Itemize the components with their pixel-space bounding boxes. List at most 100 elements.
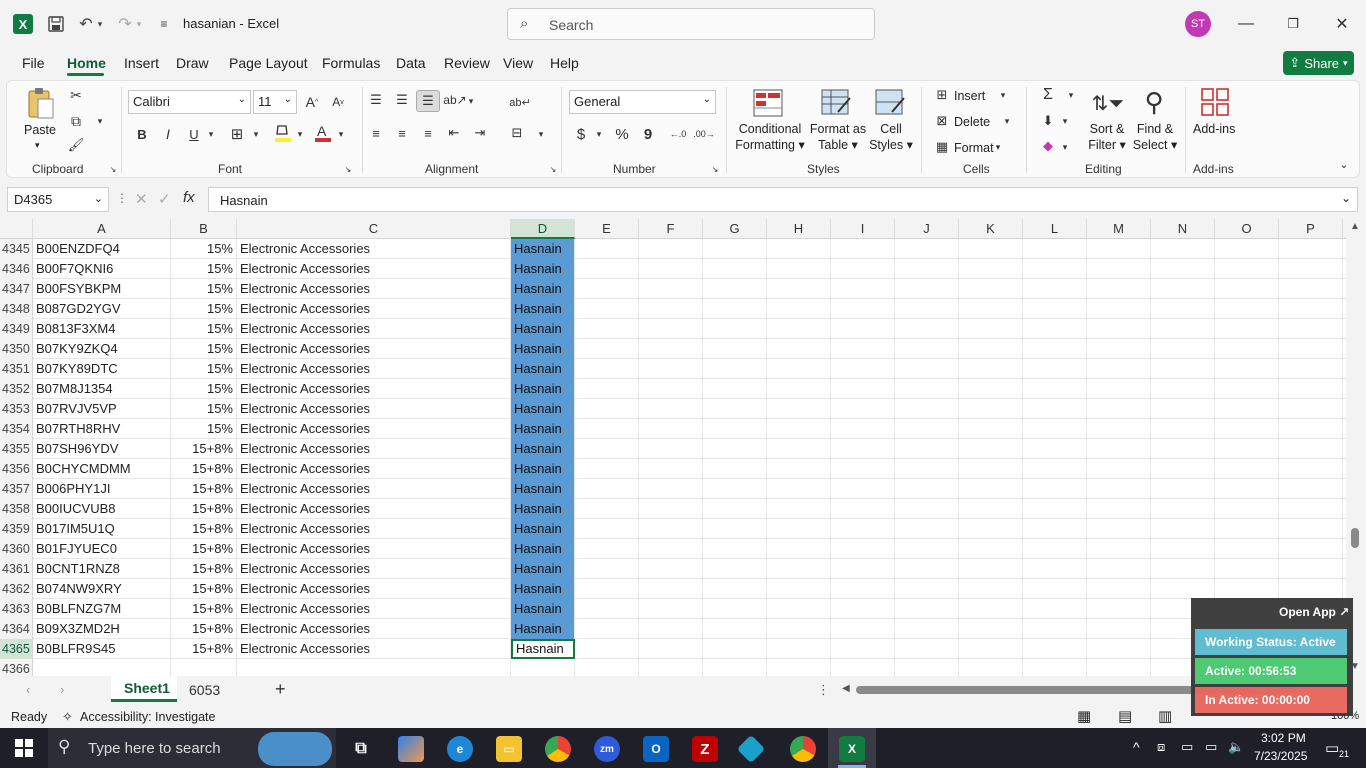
cell-h[interactable] — [767, 399, 831, 419]
underline-button[interactable]: U — [185, 124, 203, 144]
cell-k[interactable] — [959, 379, 1023, 399]
cell-f[interactable] — [639, 259, 703, 279]
cell-a[interactable]: B017IM5U1Q — [33, 519, 171, 539]
cell-o[interactable] — [1215, 439, 1279, 459]
cell-i[interactable] — [831, 439, 895, 459]
cell-a[interactable]: B00ENZDFQ4 — [33, 239, 171, 259]
cell-o[interactable] — [1215, 239, 1279, 259]
next-sheet-icon[interactable]: › — [60, 682, 64, 697]
cell-b[interactable]: 15+8% — [171, 639, 237, 659]
cell-d[interactable] — [511, 659, 575, 676]
cell-m[interactable] — [1087, 299, 1151, 319]
cell-d[interactable]: Hasnain — [511, 399, 575, 419]
cell-k[interactable] — [959, 619, 1023, 639]
add-ins-button[interactable]: Add-ins — [1193, 121, 1235, 137]
cell-e[interactable] — [575, 539, 639, 559]
menu-help[interactable]: Help — [550, 55, 579, 71]
sheet-tab-sheet1[interactable]: Sheet1 — [124, 680, 170, 696]
cell-k[interactable] — [959, 239, 1023, 259]
cell-l[interactable] — [1023, 659, 1087, 676]
page-break-view-icon[interactable]: ▥ — [1158, 707, 1172, 725]
collapse-ribbon-icon[interactable]: ⌄ — [1337, 157, 1351, 171]
cell-c[interactable]: Electronic Accessories — [237, 439, 511, 459]
cell-d[interactable]: Hasnain — [511, 239, 575, 259]
column-header[interactable]: C — [237, 219, 511, 239]
cell-e[interactable] — [575, 659, 639, 676]
cell-k[interactable] — [959, 639, 1023, 659]
cell-a[interactable]: B07SH96YDV — [33, 439, 171, 459]
cell-f[interactable] — [639, 539, 703, 559]
cell-styles-icon[interactable] — [873, 87, 907, 119]
cell-c[interactable]: Electronic Accessories — [237, 319, 511, 339]
find-select-button[interactable]: Find & Select ▾ — [1132, 121, 1178, 153]
cell-i[interactable] — [831, 639, 895, 659]
cell-g[interactable] — [703, 379, 767, 399]
underline-dropdown-icon[interactable]: ▾ — [206, 126, 216, 142]
cell-a[interactable]: B07KY9ZKQ4 — [33, 339, 171, 359]
cell-i[interactable] — [831, 539, 895, 559]
cell-e[interactable] — [575, 599, 639, 619]
cell-k[interactable] — [959, 299, 1023, 319]
cell-c[interactable]: Electronic Accessories — [237, 599, 511, 619]
cut-icon[interactable]: ✂ — [67, 86, 85, 104]
cell-f[interactable] — [639, 319, 703, 339]
cell-l[interactable] — [1023, 359, 1087, 379]
cell-h[interactable] — [767, 439, 831, 459]
cell-k[interactable] — [959, 559, 1023, 579]
cell-b[interactable]: 15+8% — [171, 479, 237, 499]
cell-h[interactable] — [767, 599, 831, 619]
cell-b[interactable]: 15% — [171, 359, 237, 379]
cell-e[interactable] — [575, 279, 639, 299]
cell-a[interactable]: B0BLFR9S45 — [33, 639, 171, 659]
paste-button[interactable]: Paste — [24, 122, 56, 138]
cell-f[interactable] — [639, 479, 703, 499]
cell-j[interactable] — [895, 659, 959, 676]
cell-c[interactable]: Electronic Accessories — [237, 279, 511, 299]
cell-n[interactable] — [1151, 299, 1215, 319]
cell-l[interactable] — [1023, 479, 1087, 499]
select-all-corner[interactable] — [0, 219, 33, 239]
cell-e[interactable] — [575, 479, 639, 499]
cell-b[interactable]: 15+8% — [171, 459, 237, 479]
cell-n[interactable] — [1151, 459, 1215, 479]
cell-o[interactable] — [1215, 539, 1279, 559]
cell-j[interactable] — [895, 559, 959, 579]
fill-icon[interactable]: ⬇ — [1039, 112, 1057, 130]
cell-a[interactable]: B087GD2YGV — [33, 299, 171, 319]
add-sheet-button[interactable]: + — [275, 679, 286, 700]
cell-m[interactable] — [1087, 639, 1151, 659]
expand-formula-icon[interactable]: ⌄ — [1341, 191, 1351, 205]
cell-d[interactable]: Hasnain — [511, 519, 575, 539]
fill-color-icon[interactable] — [273, 122, 293, 144]
cell-f[interactable] — [639, 659, 703, 676]
cell-i[interactable] — [831, 459, 895, 479]
cell-l[interactable] — [1023, 319, 1087, 339]
cell-g[interactable] — [703, 639, 767, 659]
row-header[interactable]: 4358 — [0, 499, 33, 519]
cell-i[interactable] — [831, 479, 895, 499]
cell-e[interactable] — [575, 579, 639, 599]
cell-b[interactable]: 15+8% — [171, 439, 237, 459]
cell-o[interactable] — [1215, 419, 1279, 439]
cell-n[interactable] — [1151, 499, 1215, 519]
align-right-icon[interactable]: ≡ — [419, 124, 437, 142]
cell-f[interactable] — [639, 439, 703, 459]
cell-g[interactable] — [703, 419, 767, 439]
font-name-select[interactable]: Calibri ⌄ — [128, 90, 251, 114]
cell-m[interactable] — [1087, 279, 1151, 299]
cell-a[interactable]: B00F7QKNI6 — [33, 259, 171, 279]
cell-p[interactable] — [1279, 359, 1343, 379]
menu-view[interactable]: View — [503, 55, 533, 71]
cell-j[interactable] — [895, 519, 959, 539]
accessibility-status[interactable]: Accessibility: Investigate — [80, 710, 215, 724]
cell-k[interactable] — [959, 459, 1023, 479]
cell-j[interactable] — [895, 399, 959, 419]
cell-o[interactable] — [1215, 299, 1279, 319]
bold-button[interactable]: B — [133, 124, 151, 144]
page-layout-view-icon[interactable]: ▤ — [1118, 707, 1132, 725]
cell-g[interactable] — [703, 459, 767, 479]
cell-h[interactable] — [767, 579, 831, 599]
cell-b[interactable]: 15% — [171, 399, 237, 419]
cell-m[interactable] — [1087, 599, 1151, 619]
delete-cells-button[interactable]: Delete — [954, 114, 990, 130]
